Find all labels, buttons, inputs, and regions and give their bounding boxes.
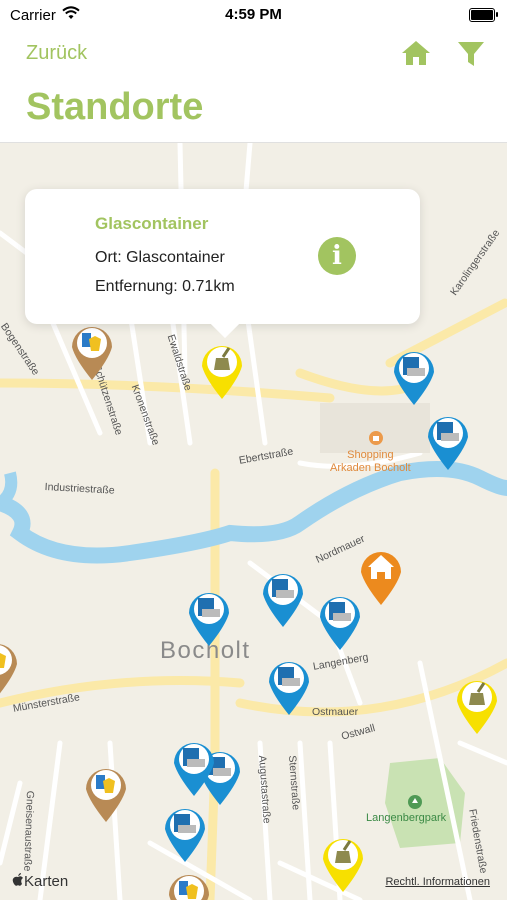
shopping-poi-label: Shopping Arkaden Bocholt (330, 449, 411, 474)
location-callout[interactable]: Glascontainer Ort: Glascontainer Entfern… (25, 189, 420, 324)
clothing-container-marker[interactable] (69, 321, 115, 381)
apple-logo-icon (12, 873, 23, 886)
callout-location: Ort: Glascontainer (95, 249, 225, 266)
legal-info-link[interactable]: Rechtl. Informationen (385, 876, 490, 888)
status-bar: Carrier 4:59 PM (0, 0, 507, 30)
page-title: Standorte (26, 86, 204, 128)
paper-container-marker[interactable] (317, 591, 363, 651)
filter-icon[interactable] (457, 40, 485, 68)
callout-distance: Entfernung: 0.71km (95, 278, 235, 295)
street-label: Ostmauer (312, 706, 359, 718)
callout-title: Glascontainer (95, 214, 209, 233)
maps-attribution: Karten (12, 873, 68, 890)
navigation-bar: Zurück Standorte (0, 30, 507, 143)
glass-container-marker-selected[interactable] (199, 340, 245, 400)
clothing-container-marker-partial[interactable] (0, 638, 20, 698)
paper-container-marker[interactable] (266, 656, 312, 716)
paper-container-marker[interactable] (425, 411, 471, 471)
battery-icon (469, 8, 498, 22)
info-icon[interactable]: i (318, 237, 356, 275)
park-icon (408, 795, 422, 809)
clock: 4:59 PM (225, 6, 282, 23)
back-button[interactable]: Zurück (26, 42, 87, 65)
paper-container-marker[interactable] (171, 737, 217, 797)
paper-container-marker[interactable] (260, 568, 306, 628)
clothing-container-marker[interactable] (83, 763, 129, 823)
map-view[interactable]: Karolingerstraße Bogenstraße Schützenstr… (0, 143, 507, 900)
paper-container-marker[interactable] (162, 803, 208, 863)
attribution-label: Karten (24, 873, 69, 890)
glass-container-marker[interactable] (320, 833, 366, 893)
home-icon[interactable] (401, 40, 431, 66)
paper-container-marker[interactable] (186, 587, 232, 647)
park-label: Langenbergpark (366, 812, 447, 824)
shopping-bag-icon (369, 431, 383, 445)
glass-container-marker[interactable] (454, 675, 500, 735)
recycling-center-marker[interactable] (358, 546, 404, 606)
paper-container-marker[interactable] (391, 346, 437, 406)
clothing-container-marker[interactable] (166, 869, 212, 900)
